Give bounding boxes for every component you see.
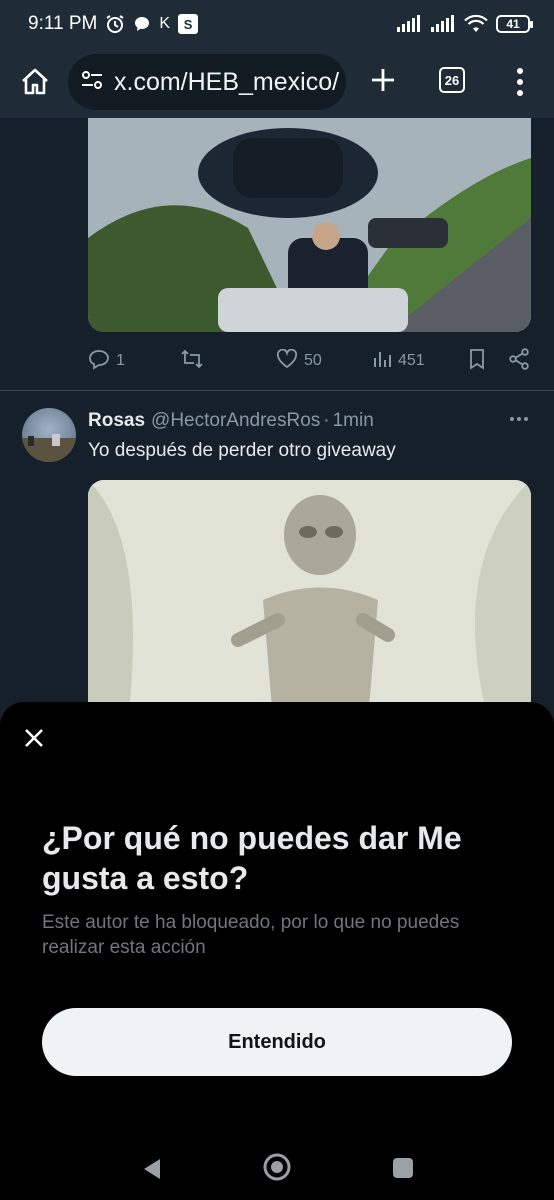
back-icon[interactable] — [140, 1156, 164, 1187]
status-time: 9:11 PM — [28, 13, 98, 34]
avatar[interactable] — [22, 408, 76, 462]
tweet-actions-bar: 1 50 451 — [88, 346, 538, 376]
browser-toolbar: x.com/HEB_mexico/ 26 — [0, 48, 554, 118]
chat-bubble-icon — [133, 15, 151, 33]
status-bar: 9:11 PM K S 41 — [0, 0, 554, 48]
tweet-header: Rosas @HectorAndresRos · 1min — [88, 410, 374, 432]
tweet-media-image[interactable] — [88, 480, 531, 720]
close-icon[interactable] — [22, 726, 46, 750]
tweet-time[interactable]: 1min — [333, 410, 374, 431]
header-separator: · — [323, 410, 330, 431]
reply-icon — [88, 348, 110, 375]
alarm-icon — [105, 14, 125, 34]
like-button[interactable]: 50 — [276, 348, 322, 374]
tweet-media-image[interactable] — [88, 118, 531, 332]
sheet-title: ¿Por qué no puedes dar Me gusta a esto? — [42, 820, 462, 896]
site-settings-icon[interactable] — [80, 69, 104, 96]
views-count: 451 — [398, 352, 425, 369]
share-icon — [508, 347, 530, 375]
k-indicator: K — [159, 15, 171, 32]
recents-icon[interactable] — [392, 1157, 414, 1184]
tweet-text: Yo después de perder otro giveaway — [88, 440, 396, 461]
blocked-like-sheet: ¿Por qué no puedes dar Me gusta a esto? … — [0, 702, 554, 1200]
more-vert-icon[interactable] — [506, 66, 534, 98]
sheet-body: Este autor te ha bloqueado, por lo que n… — [42, 912, 460, 958]
battery-indicator: 41 — [496, 15, 533, 33]
s-app-icon: S — [178, 14, 199, 34]
wifi-icon — [464, 14, 488, 34]
address-bar[interactable]: x.com/HEB_mexico/ — [68, 54, 346, 110]
retweet-icon — [180, 348, 204, 375]
author-handle[interactable]: @HectorAndresRos — [151, 410, 320, 431]
bookmark-button[interactable] — [468, 348, 486, 375]
bookmark-icon — [468, 348, 486, 375]
tab-switcher-button[interactable]: 26 — [439, 67, 465, 93]
like-count: 50 — [304, 352, 322, 369]
signal-icon-2 — [430, 15, 456, 33]
retweet-button[interactable] — [180, 348, 204, 375]
views-button[interactable]: 451 — [372, 349, 425, 374]
reply-count: 1 — [116, 352, 125, 369]
share-button[interactable] — [508, 347, 530, 375]
url-text[interactable]: x.com/HEB_mexico/ — [114, 68, 339, 97]
home-icon[interactable] — [18, 65, 52, 99]
understood-button[interactable]: Entendido — [42, 1008, 512, 1076]
heart-icon — [276, 348, 298, 374]
home-nav-icon[interactable] — [262, 1152, 292, 1187]
views-icon — [372, 349, 392, 374]
reply-button[interactable]: 1 — [88, 348, 125, 375]
tweet-divider — [0, 390, 554, 391]
plus-icon[interactable] — [368, 65, 398, 95]
tweet-more-icon[interactable] — [508, 408, 530, 430]
signal-icon — [396, 15, 422, 33]
system-nav-bar — [0, 1138, 554, 1200]
author-name[interactable]: Rosas — [88, 410, 145, 431]
